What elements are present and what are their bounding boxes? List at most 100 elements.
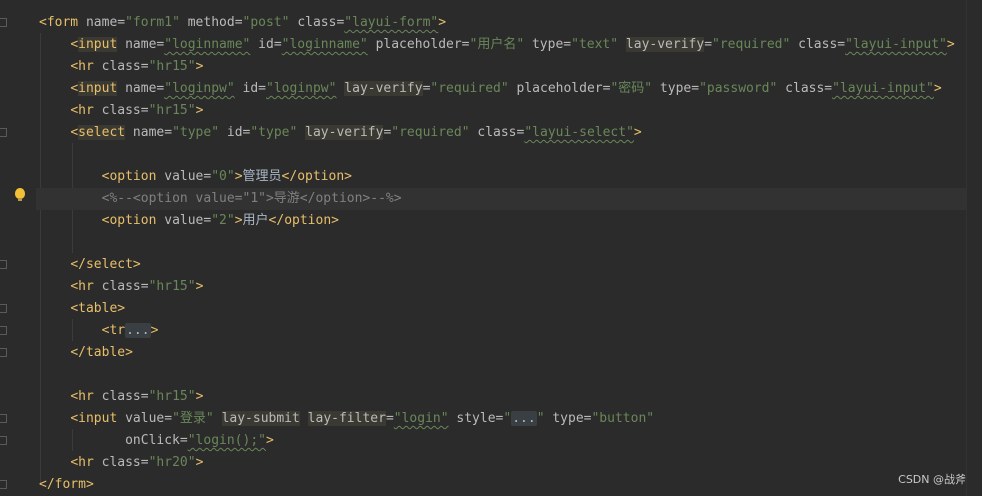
code-token: <option [101,169,157,184]
code-token: </table> [70,345,133,360]
fold-marker-icon[interactable] [0,260,7,269]
code-token: lay-verify [625,37,705,52]
code-token: < [70,37,79,52]
code-line[interactable]: <input value="登录" lay-submit lay-filter=… [39,408,966,430]
code-token: <option [101,213,157,228]
code-line[interactable]: <hr class="hr15"> [39,100,966,122]
code-token: value= [156,169,212,184]
code-token: "hr15" [148,279,196,294]
code-token: </form> [39,477,94,492]
code-line[interactable]: <input name="loginpw" id="loginpw" lay-v… [39,78,966,100]
code-token: "loginname" [164,37,251,52]
code-token: id= [250,37,282,52]
code-line[interactable]: onClick="login();"> [39,430,966,452]
code-token: "type" [250,125,298,140]
fold-marker-icon[interactable] [0,18,7,27]
fold-marker-icon[interactable] [0,304,7,313]
code-token: id= [219,125,251,140]
code-token: "layui-input" [845,37,947,52]
code-line[interactable]: <hr class="hr20"> [39,452,966,474]
folded-region[interactable]: ... [125,323,151,338]
code-token: "type" [172,125,220,140]
code-token: name= [117,81,165,96]
code-token: <hr [70,389,94,404]
code-line[interactable]: <%--<option value="1">导游</option>--%> [36,188,966,210]
code-token: 管理员 [242,169,282,184]
code-token: "password" [699,81,778,96]
code-token: < [70,125,79,140]
code-token: name= [117,37,165,52]
code-token: "required" [712,37,791,52]
code-line[interactable]: </form> [39,474,966,496]
code-line[interactable]: </select> [39,254,966,276]
code-token: < [70,81,79,96]
code-line[interactable] [39,144,966,166]
code-token: "密码" [610,81,653,96]
code-token: name= [125,125,173,140]
code-token: > [195,389,204,404]
code-token: id= [234,81,267,96]
code-token: "登录" [172,411,214,426]
code-token: class= [469,125,525,140]
code-token: "hr15" [148,389,196,404]
code-line[interactable]: <form name="form1" method="post" class="… [39,12,966,34]
code-token: </select> [70,257,141,272]
code-token: > [195,455,204,470]
code-line[interactable]: <hr class="hr15"> [39,56,966,78]
code-line[interactable]: <table> [39,298,966,320]
lightbulb-icon[interactable] [15,188,25,201]
code-token: > [633,125,642,140]
code-token: </option> [268,213,339,228]
code-line[interactable]: <hr class="hr15"> [39,386,966,408]
fold-marker-icon[interactable] [0,480,7,489]
code-token: <hr [70,59,94,74]
code-token: lay-verify [305,125,384,140]
code-token: > [266,433,274,448]
code-line[interactable] [39,364,966,386]
code-line[interactable]: <option value="0">管理员</option> [39,166,966,188]
fold-marker-icon[interactable] [0,128,7,137]
fold-marker-icon[interactable] [0,348,7,357]
code-line[interactable] [39,232,966,254]
code-token: type= [544,411,592,426]
fold-marker-icon[interactable] [0,414,7,423]
code-token: lay-filter [307,411,386,426]
code-line[interactable]: </table> [39,342,966,364]
code-token: <hr [70,455,94,470]
code-token: input [78,81,118,96]
code-editor[interactable]: <form name="form1" method="post" class="… [0,0,966,496]
code-token: name= [78,15,126,30]
code-token: placeholder= [367,37,470,52]
code-line[interactable]: <tr...> [39,320,966,342]
code-line[interactable]: <hr class="hr15"> [39,276,966,298]
vertical-scrollbar[interactable] [966,0,982,496]
fold-marker-icon[interactable] [0,436,7,445]
code-token: select [78,125,126,140]
code-token: value= [156,213,212,228]
code-token: onClick= [125,433,188,448]
code-token: </option> [281,169,352,184]
folded-region[interactable]: ... [511,411,537,426]
fold-marker-icon[interactable] [0,326,7,335]
code-token: <input [70,411,118,426]
code-token: "loginname" [281,37,368,52]
code-token: > [150,323,159,338]
gutter[interactable] [0,0,36,496]
code-token: > [438,15,447,30]
code-token: "post" [242,15,290,30]
code-token: > [195,279,204,294]
code-line[interactable]: <input name="loginname" id="loginname" p… [39,34,966,56]
code-token: class= [93,59,149,74]
code-token: "layui-input" [832,81,934,96]
code-token: value= [117,411,173,426]
code-line[interactable]: <option value="2">用户</option> [39,210,966,232]
code-token: <tr [101,323,126,338]
code-line[interactable]: <select name="type" id="type" lay-verify… [39,122,966,144]
code-token: style= [448,411,504,426]
code-token: "layui-select" [524,125,634,140]
code-token: "required" [391,125,470,140]
code-token: "required" [430,81,509,96]
code-token: <%--<option value="1">导游</option>--%> [101,191,402,206]
